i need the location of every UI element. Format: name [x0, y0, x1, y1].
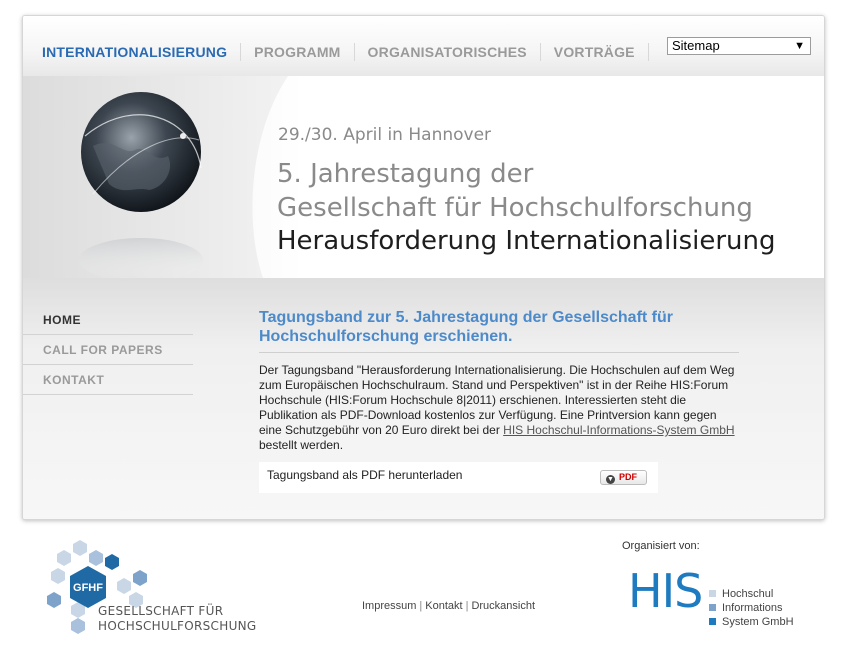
nav-item-vortraege[interactable]: VORTRÄGE [541, 43, 649, 61]
sidebar-nav: HOME CALL FOR PAPERS KONTAKT [23, 305, 193, 395]
chevron-down-icon: ▼ [794, 40, 805, 52]
his-item-row: Informations [709, 601, 794, 615]
pdf-download-button[interactable]: ▼ PDF [600, 470, 647, 485]
his-item-row: Hochschul [709, 587, 794, 601]
square-icon [709, 604, 716, 611]
nav-item-organisatorisches[interactable]: ORGANISATORISCHES [355, 43, 541, 61]
logo-line1: GESELLSCHAFT FÜR [98, 604, 224, 618]
hero-title-line3: Herausforderung Internationalisierung [277, 226, 776, 256]
pdf-button-label: PDF [619, 472, 637, 482]
sitemap-select[interactable]: Sitemap ▼ [667, 37, 811, 55]
nav-item-programm[interactable]: PROGRAMM [241, 43, 355, 61]
article-title: Tagungsband zur 5. Jahrestagung der Gese… [259, 308, 739, 353]
sidebar-item-kontakt[interactable]: KONTAKT [23, 365, 193, 395]
link-separator: | [419, 600, 423, 612]
footer-links: Impressum | Kontakt | Druckansicht [362, 600, 535, 612]
his-item-row: System GmbH [709, 615, 794, 629]
hero-title-line2: Gesellschaft für Hochschulforschung [277, 193, 753, 223]
nav-item-internationalisierung[interactable]: INTERNATIONALISIERUNG [42, 43, 242, 61]
article: Tagungsband zur 5. Jahrestagung der Gese… [259, 308, 739, 453]
event-date: 29./30. April in Hannover [278, 125, 492, 145]
druckansicht-link[interactable]: Druckansicht [471, 600, 535, 612]
his-item-label: System GmbH [722, 616, 794, 628]
download-box: Tagungsband als PDF herunterladen ▼ PDF [259, 462, 658, 493]
content-area: HOME CALL FOR PAPERS KONTAKT Tagungsband… [23, 278, 824, 519]
hero-banner: 29./30. April in Hannover 5. Jahrestagun… [23, 76, 824, 278]
article-body: Der Tagungsband "Herausforderung Interna… [259, 363, 739, 453]
download-label: Tagungsband als PDF herunterladen [267, 468, 463, 482]
impressum-link[interactable]: Impressum [362, 600, 416, 612]
square-icon [709, 590, 716, 597]
article-body-end: bestellt werden. [259, 438, 344, 452]
sidebar-item-home[interactable]: HOME [23, 305, 193, 335]
main-menu: INTERNATIONALISIERUNG PROGRAMM ORGANISAT… [42, 43, 649, 61]
his-logo-text: Hochschul Informations System GmbH [709, 587, 794, 629]
square-icon [709, 618, 716, 625]
his-item-label: Informations [722, 602, 783, 614]
logo-badge-text: GFHF [73, 582, 103, 594]
globe-spark [180, 133, 186, 139]
his-link[interactable]: HIS Hochschul-Informations-System GmbH [503, 423, 734, 437]
logo-text: GESELLSCHAFT FÜR HOCHSCHULFORSCHUNG [98, 604, 257, 634]
hero-title-line1: 5. Jahrestagung der [277, 159, 534, 189]
sitemap-select-value: Sitemap [672, 38, 720, 53]
logo-line2: HOCHSCHULFORSCHUNG [98, 619, 257, 633]
his-item-label: Hochschul [722, 588, 774, 600]
kontakt-link[interactable]: Kontakt [425, 600, 462, 612]
organized-by-label: Organisiert von: [622, 540, 700, 552]
arrow-down-icon: ▼ [606, 475, 615, 484]
his-logo[interactable]: HIS [628, 566, 703, 616]
main-card: INTERNATIONALISIERUNG PROGRAMM ORGANISAT… [22, 15, 825, 520]
sidebar-item-call-for-papers[interactable]: CALL FOR PAPERS [23, 335, 193, 365]
gfhf-logo[interactable]: GFHF GESELLSCHAFT FÜR HOCHSCHULFORSCHUNG [44, 540, 259, 640]
top-navigation: INTERNATIONALISIERUNG PROGRAMM ORGANISAT… [23, 16, 824, 77]
